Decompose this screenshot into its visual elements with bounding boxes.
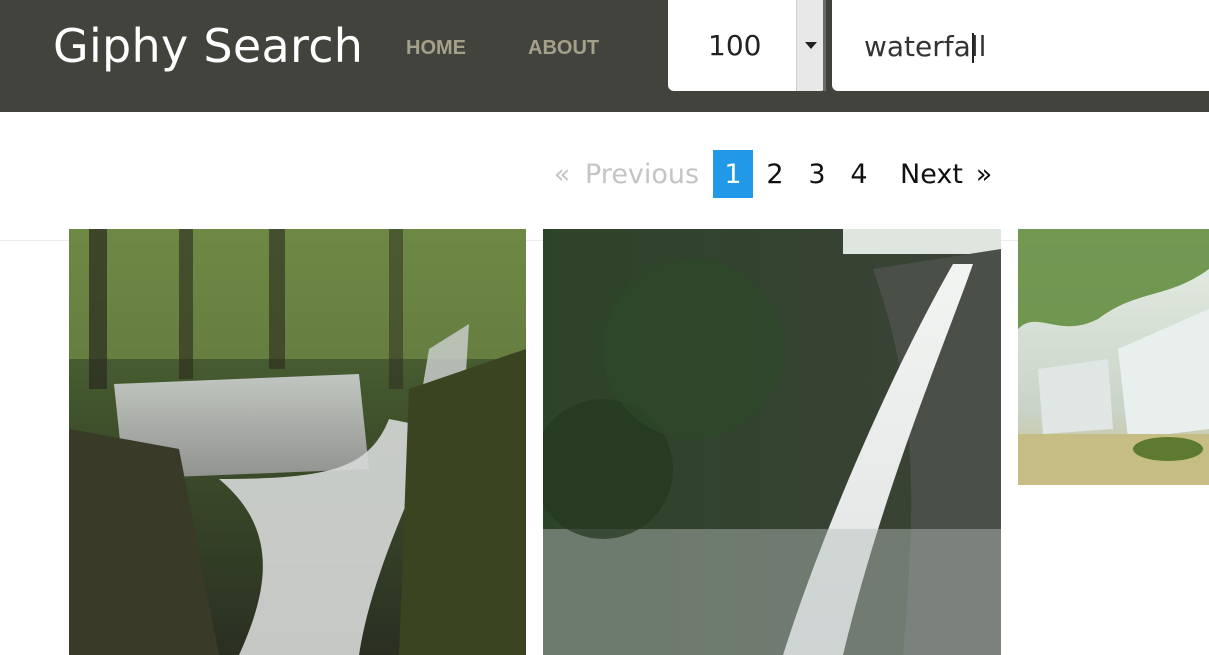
next-page-button[interactable]: Next [900,150,964,198]
gif-result-3[interactable] [1018,229,1209,485]
select-divider [823,0,826,91]
page-button-2[interactable]: 2 [755,150,795,198]
nav-link-home[interactable]: HOME [406,36,466,60]
search-input[interactable] [864,28,1184,64]
text-caret [972,33,974,63]
waterfall-image [543,229,1001,655]
next-arrow-icon[interactable]: » [975,150,993,198]
chevron-down-icon[interactable] [796,0,825,91]
nav-link-about[interactable]: ABOUT [528,36,599,60]
limit-select[interactable]: 100 [668,0,826,91]
waterfall-image [1018,229,1209,485]
top-navbar: Giphy Search HOME ABOUT 100 [0,0,1209,112]
gif-result-2[interactable] [543,229,1001,655]
gif-result-1[interactable] [69,229,526,655]
limit-select-value: 100 [708,29,762,62]
pagination: « Previous 1 2 3 4 Next » [0,150,1209,202]
brand-title[interactable]: Giphy Search [53,18,363,74]
previous-page-button[interactable]: Previous [585,150,699,198]
page-button-3[interactable]: 3 [797,150,837,198]
previous-arrow-icon: « [553,159,571,190]
search-field[interactable] [832,0,1209,91]
page-button-4[interactable]: 4 [839,150,879,198]
waterfall-image [69,229,526,655]
page-button-1[interactable]: 1 [713,150,753,198]
